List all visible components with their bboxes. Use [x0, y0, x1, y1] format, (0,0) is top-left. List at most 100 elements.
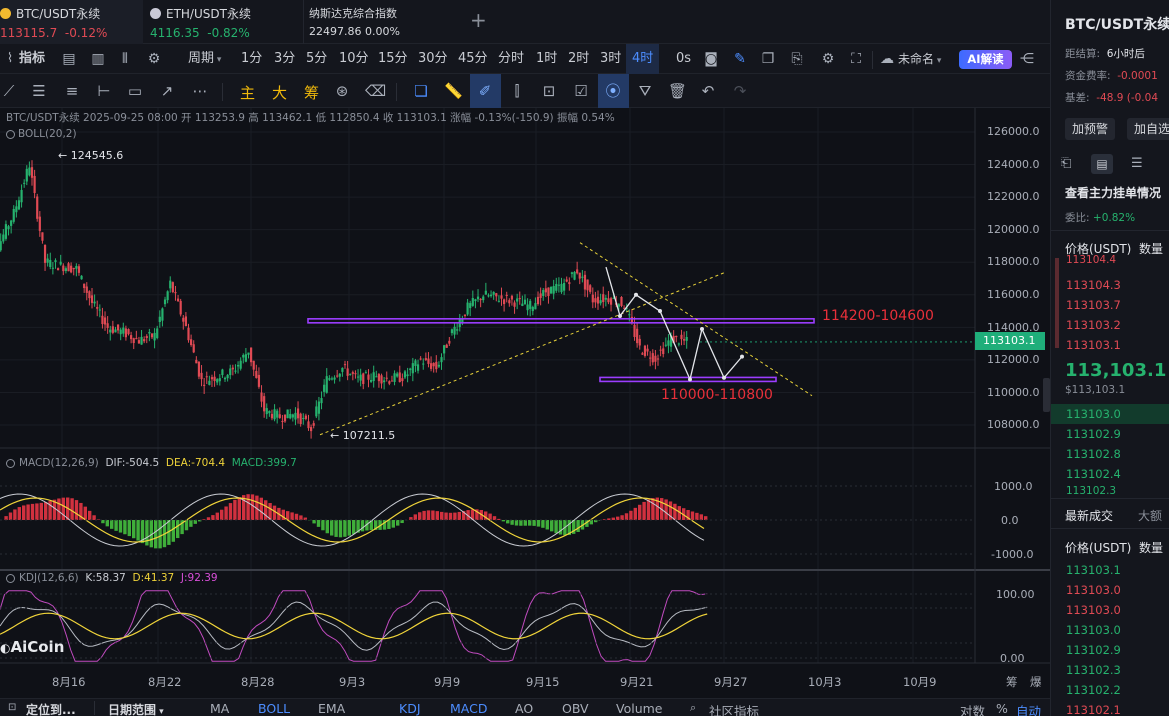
camera-icon[interactable]: ◙ — [702, 50, 720, 68]
eye-icon[interactable] — [6, 459, 15, 468]
settings-dropdown-icon[interactable]: ⚙ — [145, 50, 163, 68]
trash-icon[interactable]: 🗑 — [668, 82, 687, 100]
copy-icon[interactable]: ❏ — [412, 82, 430, 100]
replay-icon[interactable]: ⎘ — [788, 50, 806, 68]
bid-row[interactable]: 113102.4 — [1066, 467, 1121, 481]
chart-area[interactable]: BTC/USDT永续 2025-09-25 08:00 开 113253.9 高… — [0, 108, 1050, 698]
trades-tab[interactable]: 最新成交 — [1065, 507, 1113, 524]
layout-icon[interactable]: ▥ — [89, 50, 107, 68]
indicator-toggle-ema[interactable]: EMA — [318, 701, 345, 716]
indicator-toggle-kdj[interactable]: KDJ — [399, 701, 421, 716]
window-icon[interactable]: ❐ — [759, 50, 777, 68]
big-trades-tab[interactable]: 大额 — [1138, 507, 1162, 524]
ask-row[interactable]: 113103.2 — [1066, 318, 1121, 332]
ask-row[interactable]: 113104.4 — [1066, 254, 1116, 266]
add-tab-button[interactable]: + — [470, 10, 487, 30]
parallel-lines-icon[interactable]: ☰ — [30, 82, 48, 100]
magnet-icon[interactable]: ⊛ — [333, 82, 351, 100]
percent-toggle[interactable]: % — [996, 701, 1008, 716]
add-alert-button[interactable]: 加预警 — [1065, 118, 1115, 140]
horizontal-line-icon[interactable]: ⊢ — [95, 82, 113, 100]
interval-6[interactable]: 45分 — [458, 44, 488, 74]
interval-11[interactable]: 4时 — [626, 44, 660, 74]
layout-name-dropdown[interactable]: 未命名 ▾ — [898, 44, 941, 74]
chart-canvas[interactable] — [0, 108, 1050, 698]
rectangle-icon[interactable]: ▭ — [126, 82, 144, 100]
indicator-toggle-ma[interactable]: MA — [210, 701, 229, 716]
interval-8[interactable]: 1时 — [536, 44, 557, 74]
note-icon[interactable]: ☑ — [572, 82, 590, 100]
filter-icon[interactable]: ⛛ — [636, 82, 654, 100]
interval-1[interactable]: 3分 — [274, 44, 295, 74]
period-dropdown[interactable]: 周期 ▾ — [188, 44, 221, 74]
ruler-icon[interactable]: 📏 — [444, 82, 463, 100]
panel-collapse-handle[interactable] — [1043, 378, 1050, 412]
interval-3[interactable]: 10分 — [339, 44, 369, 74]
ask-row[interactable]: 113103.1 — [1066, 338, 1121, 352]
big-order-button[interactable]: 大 — [272, 82, 287, 103]
orderbook-split-icon[interactable]: ▤ — [1091, 154, 1113, 174]
draw-pen-icon[interactable]: ✎ — [731, 50, 749, 68]
log-scale-toggle[interactable]: 对数 — [960, 701, 985, 716]
brush-icon[interactable]: ✐ — [476, 82, 494, 100]
undo-icon[interactable]: ↶ — [699, 82, 717, 100]
ai-analysis-button[interactable]: AI解读 — [959, 50, 1012, 69]
trendline-icon[interactable]: ⟋ — [0, 82, 18, 100]
interval-7[interactable]: 分时 — [498, 44, 524, 74]
lock-icon[interactable]: ⊡ — [540, 82, 558, 100]
indicator-toggle-obv[interactable]: OBV — [562, 701, 589, 716]
bid-row[interactable]: 113103.0 — [1066, 407, 1121, 421]
eye-icon[interactable] — [6, 130, 15, 139]
interval-9[interactable]: 2时 — [568, 44, 589, 74]
orderbook-mode-icon[interactable]: ⎗ — [1061, 156, 1071, 171]
redo-icon[interactable]: ↷ — [731, 82, 749, 100]
interval-0[interactable]: 1分 — [241, 44, 262, 74]
indicator-toggle-ao[interactable]: AO — [515, 701, 533, 716]
community-indicators-button[interactable]: 社区指标 — [709, 701, 759, 716]
interval-4[interactable]: 15分 — [378, 44, 408, 74]
locate-icon[interactable]: ⊡ — [8, 702, 16, 713]
gear-icon[interactable]: ⚙ — [819, 50, 837, 68]
main-force-button[interactable]: 主 — [240, 82, 255, 103]
more-icon[interactable]: ⋯ — [191, 82, 209, 100]
indicator-toggle-boll[interactable]: BOLL — [258, 701, 290, 716]
kdj-legend[interactable]: KDJ(12,6,6) K:58.37 D:41.37 J:92.39 — [19, 572, 218, 584]
eraser-icon[interactable]: ⌫ — [365, 82, 386, 100]
interval-2[interactable]: 5分 — [306, 44, 327, 74]
bid-row[interactable]: 113102.8 — [1066, 447, 1121, 461]
fib-icon[interactable]: ≡ — [63, 82, 81, 100]
auto-scale-toggle[interactable]: 自动 — [1016, 701, 1041, 716]
tab-nasdaq[interactable]: 纳斯达克综合指数 22497.86 0.00% — [303, 0, 453, 44]
chip-distribution-button[interactable]: 筹 — [304, 82, 319, 103]
boll-legend[interactable]: BOLL(20,2) — [18, 128, 77, 140]
indicator-button[interactable]: 指标 — [19, 44, 45, 74]
corner-label-a[interactable]: 筹 — [1006, 674, 1018, 690]
link-icon[interactable]: ⦿ — [604, 82, 622, 100]
indicator-toggle-macd[interactable]: MACD — [450, 701, 487, 716]
eye-icon[interactable] — [6, 574, 15, 583]
indicator-icon[interactable]: ⌇ — [1, 50, 19, 68]
bid-row[interactable]: 113102.9 — [1066, 427, 1121, 441]
candle-icon[interactable]: ⫿ — [508, 82, 526, 100]
bid-row[interactable]: 113102.3 — [1066, 485, 1116, 497]
cloud-icon[interactable]: ☁ — [878, 50, 896, 68]
date-range-dropdown[interactable]: 日期范围 ▾ — [108, 701, 164, 716]
chart-type-icon[interactable]: ⫴ — [116, 50, 134, 68]
add-watchlist-button[interactable]: 加自选 — [1127, 118, 1169, 140]
corner-label-b[interactable]: 爆 — [1030, 674, 1042, 690]
share-icon[interactable]: ⋲ — [1018, 50, 1036, 68]
fullscreen-icon[interactable]: ⛶ — [847, 50, 865, 68]
indicator-toggle-volume[interactable]: Volume — [616, 701, 663, 716]
tab-btc[interactable]: BTC/USDT永续 113115.7 -0.12% — [0, 0, 143, 44]
calendar-icon[interactable]: ▤ — [60, 50, 78, 68]
interval-10[interactable]: 3时 — [600, 44, 621, 74]
arrow-icon[interactable]: ↗ — [158, 82, 176, 100]
locate-button[interactable]: 定位到... — [26, 701, 76, 716]
macd-legend[interactable]: MACD(12,26,9) DIF:-504.5 DEA:-704.4 MACD… — [19, 457, 297, 469]
depth-link[interactable]: 查看主力挂单情况 — [1065, 184, 1161, 201]
ask-row[interactable]: 113104.3 — [1066, 278, 1121, 292]
ask-row[interactable]: 113103.7 — [1066, 298, 1121, 312]
interval-5[interactable]: 30分 — [418, 44, 448, 74]
orderbook-list-icon[interactable]: ☰ — [1131, 156, 1143, 171]
tab-eth[interactable]: ETH/USDT永续 4116.35 -0.82% — [150, 0, 290, 44]
